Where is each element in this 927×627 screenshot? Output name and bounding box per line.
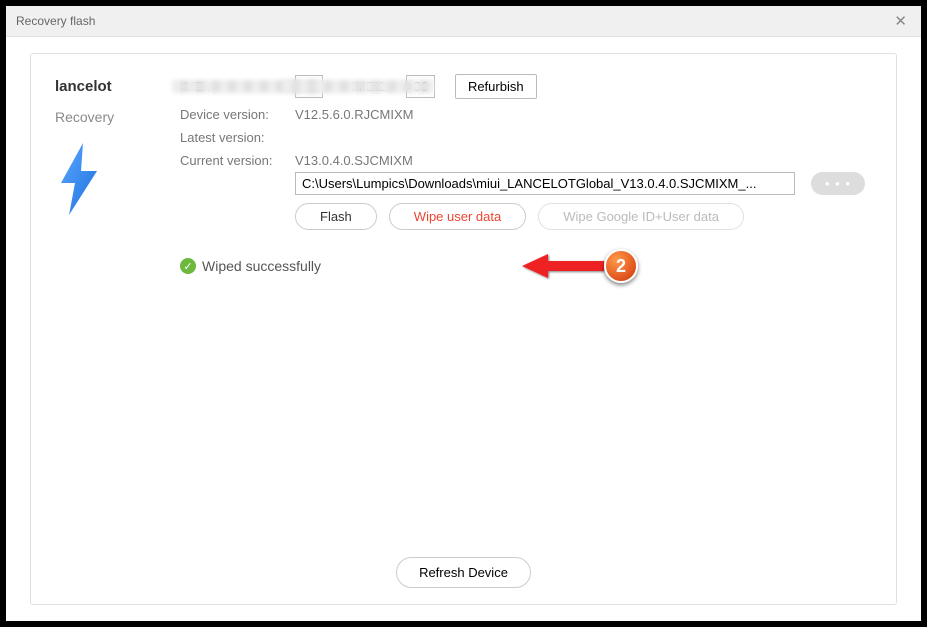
annotation-badge: 2	[604, 249, 638, 283]
latest-version-label: Latest version:	[180, 130, 285, 145]
refresh-device-button[interactable]: Refresh Device	[396, 557, 531, 588]
device-version-value: V12.5.6.0.RJCMIXM	[295, 107, 414, 122]
status-row: ✓ Wiped successfully	[180, 258, 872, 274]
titlebar: Recovery flash ✕	[6, 6, 921, 37]
wipe-user-data-button[interactable]: Wipe user data	[389, 203, 526, 230]
lightning-icon	[55, 143, 160, 220]
browse-button[interactable]: • • •	[811, 172, 865, 195]
details: IMEI: 86 IMEI2: 86 Refurbish De	[180, 74, 872, 274]
wipe-google-button: Wipe Google ID+User data	[538, 203, 744, 230]
status-message: Wiped successfully	[202, 258, 321, 274]
refurbish-button[interactable]: Refurbish	[455, 74, 537, 99]
window-title: Recovery flash	[16, 14, 95, 28]
current-version-value: V13.0.4.0.SJCMIXM	[295, 153, 413, 168]
device-sidebar: lancelot Recovery	[55, 74, 160, 274]
annotation: 2	[518, 248, 638, 284]
device-panel: lancelot Recovery	[30, 53, 897, 605]
recovery-flash-window: Recovery flash ✕ lancelot Recovery	[6, 6, 921, 621]
device-version-label: Device version:	[180, 107, 285, 122]
close-icon[interactable]: ✕	[890, 12, 911, 30]
imei2-redacted	[284, 80, 434, 93]
flash-button[interactable]: Flash	[295, 203, 377, 230]
arrow-icon	[518, 248, 608, 284]
current-version-label: Current version:	[180, 153, 285, 168]
device-mode: Recovery	[55, 109, 160, 125]
check-icon: ✓	[180, 258, 196, 274]
content: lancelot Recovery	[6, 37, 921, 621]
rom-path-input[interactable]: C:\Users\Lumpics\Downloads\miui_LANCELOT…	[295, 172, 795, 195]
device-name: lancelot	[55, 78, 160, 95]
